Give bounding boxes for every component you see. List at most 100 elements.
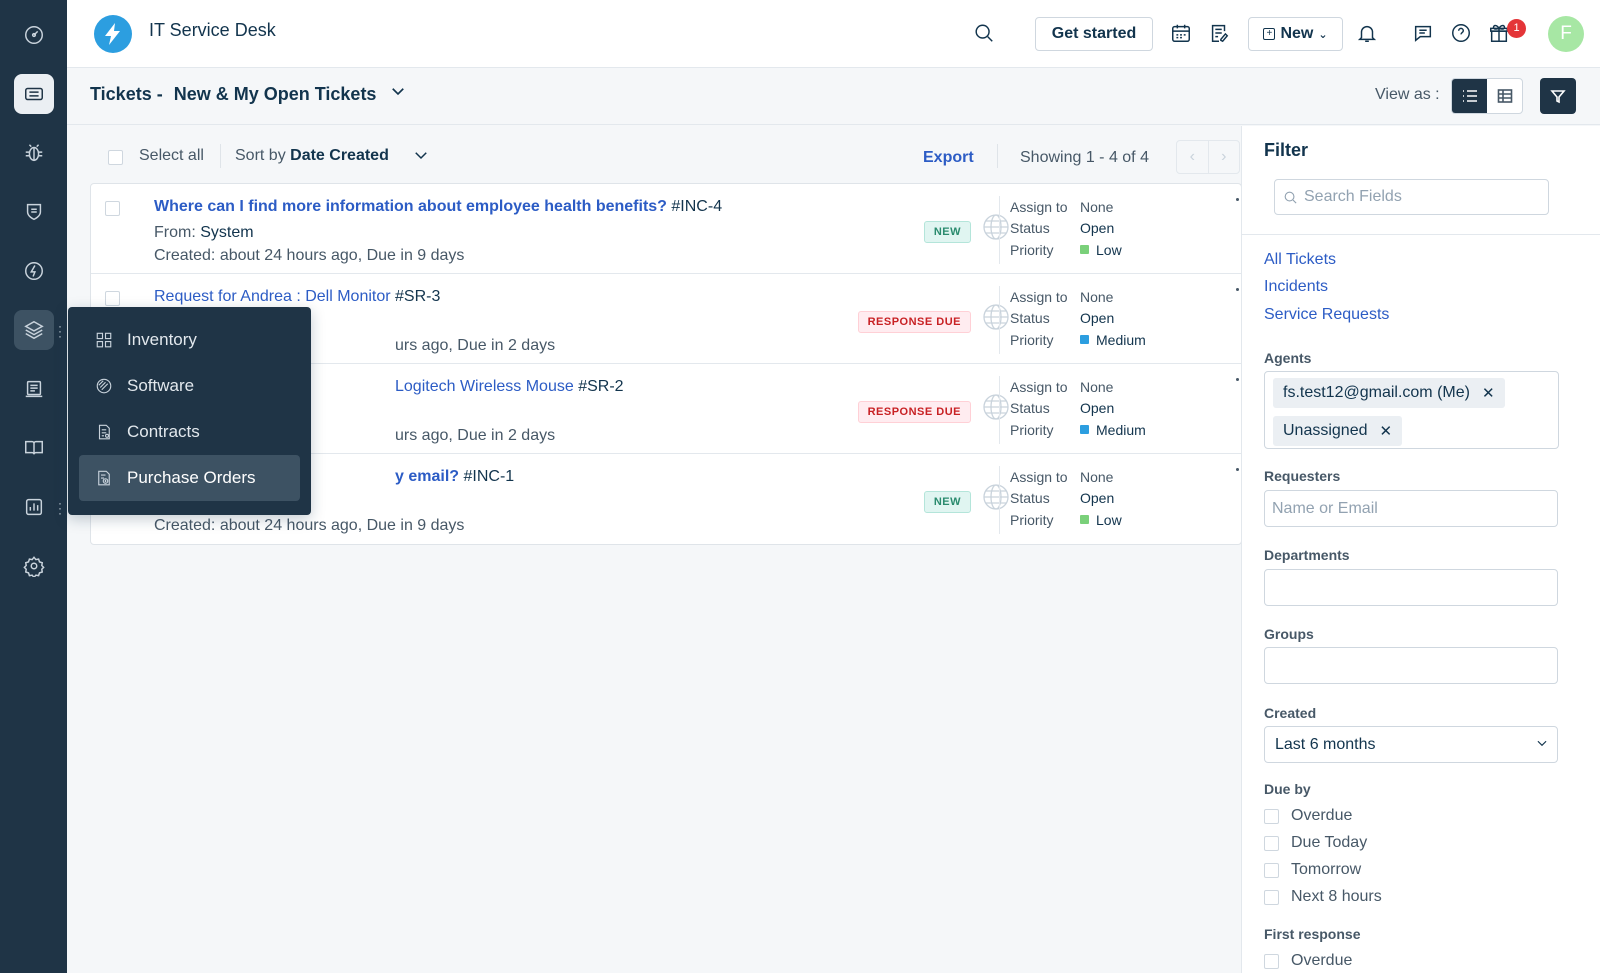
ticket-subject: Where can I find more information about … xyxy=(154,198,667,215)
assets-icon[interactable] xyxy=(14,310,54,350)
assign-value: None xyxy=(1080,468,1114,485)
purchase-order-icon xyxy=(98,470,110,486)
changes-icon[interactable] xyxy=(14,192,54,232)
ticket-from: From: System xyxy=(154,224,254,242)
export-link[interactable]: Export xyxy=(923,149,974,167)
priority-label: Priority xyxy=(1010,421,1054,438)
ticket-row[interactable]: Where can I find more information about … xyxy=(91,184,1241,274)
due-by-option[interactable]: Next 8 hours xyxy=(1264,888,1382,906)
more-actions-icon[interactable] xyxy=(1236,378,1239,381)
checkbox[interactable] xyxy=(1264,953,1279,969)
table-view-icon[interactable] xyxy=(1487,79,1522,113)
ticket-subject-link[interactable]: Logitech Wireless Mouse #SR-2 xyxy=(395,378,624,396)
status-row[interactable]: Status Open xyxy=(1010,488,1219,510)
remove-chip-icon[interactable]: ✕ xyxy=(1482,384,1495,402)
groups-input[interactable] xyxy=(1264,647,1558,684)
due-by-option[interactable]: Due Today xyxy=(1264,834,1367,852)
notification-count-badge: 1 xyxy=(1507,19,1526,38)
flyout-item-contracts[interactable]: Contracts xyxy=(79,409,300,455)
sort-chevron-down-icon[interactable] xyxy=(412,146,430,169)
agents-field[interactable]: fs.test12@gmail.com (Me) ✕ Unassigned ✕ xyxy=(1264,371,1559,449)
solutions-icon[interactable] xyxy=(14,369,54,409)
flyout-item-purchase-orders[interactable]: Purchase Orders xyxy=(79,455,300,501)
assign-row[interactable]: Assign to None xyxy=(1010,376,1219,398)
more-actions-icon[interactable] xyxy=(1236,288,1239,291)
status-row[interactable]: Status Open xyxy=(1010,308,1219,330)
due-by-label: Due by xyxy=(1264,781,1311,797)
notifications-icon[interactable] xyxy=(1354,20,1380,46)
assign-row[interactable]: Assign to None xyxy=(1010,286,1219,308)
sort-dropdown[interactable]: Sort by Date Created xyxy=(235,147,389,165)
help-icon[interactable] xyxy=(1448,20,1474,46)
filter-toggle-icon[interactable] xyxy=(1540,78,1576,114)
first-response-option[interactable]: Overdue xyxy=(1264,952,1352,970)
releases-icon[interactable] xyxy=(14,251,54,291)
priority-value: Low xyxy=(1080,512,1122,528)
select-all-checkbox[interactable] xyxy=(108,150,123,165)
page-title[interactable]: Tickets - New & My Open Tickets xyxy=(90,84,376,105)
reports-icon[interactable] xyxy=(14,487,54,527)
remove-chip-icon[interactable]: ✕ xyxy=(1380,422,1393,440)
priority-row[interactable]: Priority Low xyxy=(1010,239,1219,261)
priority-row[interactable]: Priority Low xyxy=(1010,509,1219,531)
ticket-created: urs ago, Due in 2 days xyxy=(395,337,556,354)
more-actions-icon[interactable] xyxy=(1236,198,1239,201)
view-as-label: View as : xyxy=(1375,86,1440,103)
select-all-label[interactable]: Select all xyxy=(139,147,204,165)
ticket-checkbox[interactable] xyxy=(105,291,120,306)
created-select-value: Last 6 months xyxy=(1275,736,1376,753)
priority-row[interactable]: Priority Medium xyxy=(1010,329,1219,351)
assign-row[interactable]: Assign to None xyxy=(1010,196,1219,218)
ticket-subject-link[interactable]: Where can I find more information about … xyxy=(154,198,722,216)
filter-search-input[interactable]: Search Fields xyxy=(1274,179,1549,215)
status-row[interactable]: Status Open xyxy=(1010,218,1219,240)
chevron-down-icon xyxy=(1535,736,1549,755)
prev-page-chevron-icon[interactable]: ‹ xyxy=(1177,141,1209,173)
priority-row[interactable]: Priority Medium xyxy=(1010,419,1219,441)
checkbox[interactable] xyxy=(1264,889,1279,905)
checkbox[interactable] xyxy=(1264,808,1279,824)
search-icon[interactable] xyxy=(971,20,997,46)
more-actions-icon[interactable] xyxy=(1236,468,1239,471)
assign-row[interactable]: Assign to None xyxy=(1010,466,1219,488)
filter-link-all-tickets[interactable]: All Tickets xyxy=(1264,251,1336,269)
view-dropdown-chevron-icon[interactable] xyxy=(389,82,409,102)
app-logo-icon[interactable] xyxy=(94,15,132,53)
ticket-checkbox[interactable] xyxy=(105,201,120,216)
knowledge-icon[interactable] xyxy=(14,428,54,468)
settings-icon[interactable] xyxy=(14,546,54,586)
due-by-option[interactable]: Overdue xyxy=(1264,807,1352,825)
status-value: Open xyxy=(1080,490,1115,507)
flyout-item-software[interactable]: Software xyxy=(79,363,300,409)
filter-search-placeholder: Search Fields xyxy=(1304,188,1402,205)
timesheet-icon[interactable] xyxy=(1206,20,1232,46)
reports-more-icon[interactable]: · · · xyxy=(58,497,62,519)
filter-link-incidents[interactable]: Incidents xyxy=(1264,278,1328,296)
search-icon xyxy=(1284,191,1297,204)
problems-icon[interactable] xyxy=(14,133,54,173)
calendar-icon[interactable] xyxy=(1168,20,1194,46)
status-row[interactable]: Status Open xyxy=(1010,398,1219,420)
next-page-chevron-icon[interactable]: › xyxy=(1209,141,1240,173)
requesters-input[interactable]: Name or Email xyxy=(1264,490,1558,527)
new-button[interactable]: + New ⌄ xyxy=(1248,17,1343,51)
list-view-icon[interactable] xyxy=(1452,79,1487,113)
filter-link-service-requests[interactable]: Service Requests xyxy=(1264,306,1389,324)
assets-more-icon[interactable]: · · · xyxy=(58,320,62,342)
departments-input[interactable] xyxy=(1264,569,1558,606)
filter-panel: Filter Search Fields All Tickets Inciden… xyxy=(1241,126,1600,973)
ticket-subject-link[interactable]: Request for Andrea : Dell Monitor #SR-3 xyxy=(154,288,440,306)
ticket-subject-link[interactable]: y email? #INC-1 xyxy=(395,468,514,486)
chat-icon[interactable] xyxy=(1410,20,1436,46)
checkbox[interactable] xyxy=(1264,862,1279,878)
checkbox[interactable] xyxy=(1264,835,1279,851)
dashboard-icon[interactable] xyxy=(14,15,54,55)
tickets-icon[interactable] xyxy=(14,74,54,114)
due-by-option[interactable]: Tomorrow xyxy=(1264,861,1361,879)
created-select[interactable]: Last 6 months xyxy=(1264,726,1558,763)
assets-flyout-menu: Inventory Software Contracts Purchase Or… xyxy=(68,307,311,515)
get-started-button[interactable]: Get started xyxy=(1035,17,1153,51)
view-toggle xyxy=(1451,78,1523,114)
flyout-item-inventory[interactable]: Inventory xyxy=(79,317,300,363)
user-avatar[interactable]: F xyxy=(1548,16,1584,52)
